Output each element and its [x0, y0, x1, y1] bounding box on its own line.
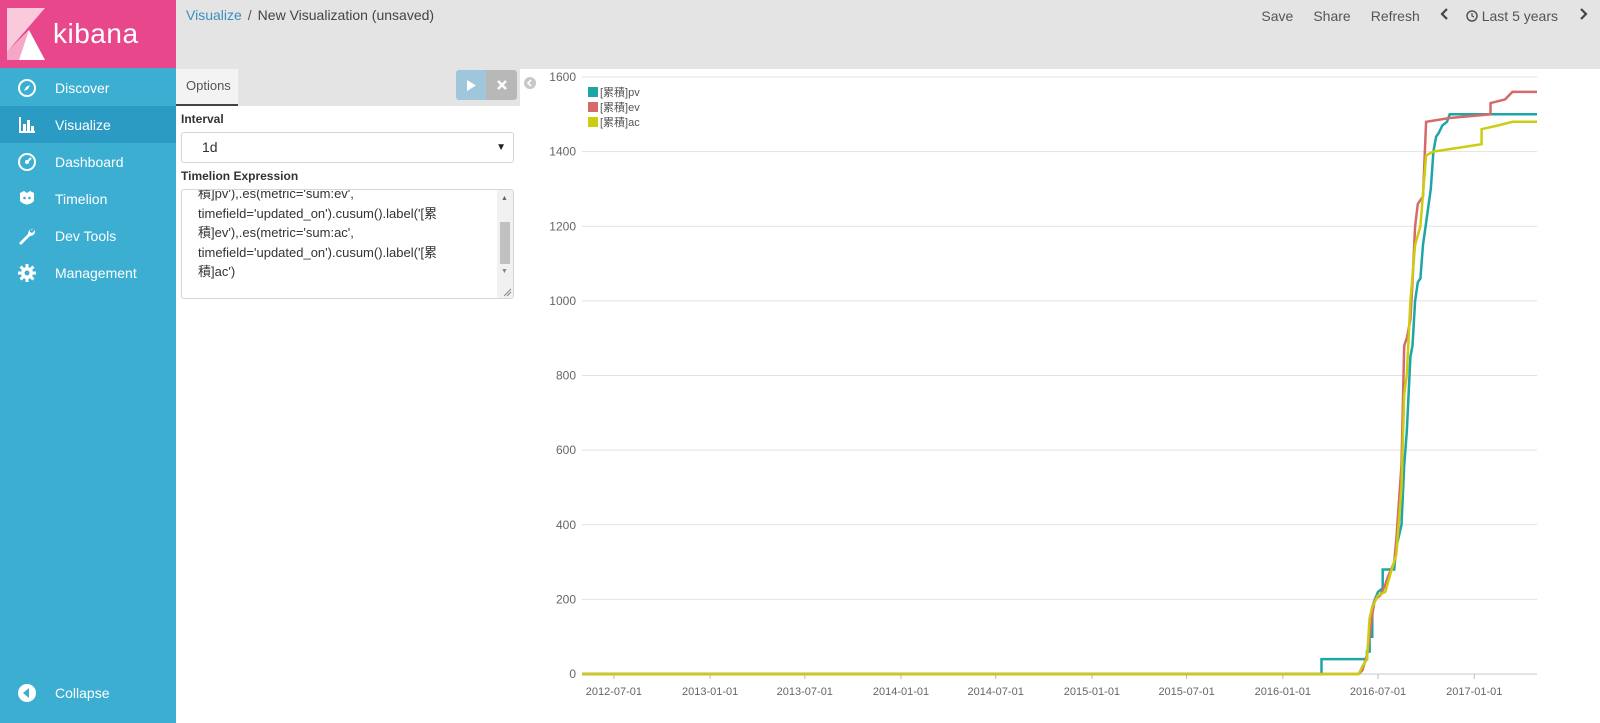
sidebar-item-discover[interactable]: Discover — [0, 69, 176, 106]
compass-icon — [15, 76, 39, 100]
x-tick-label: 2015-01-01 — [1064, 686, 1120, 698]
x-tick-label: 2014-07-01 — [968, 686, 1024, 698]
sidebar-item-label: Management — [55, 264, 137, 281]
legend-item[interactable]: [累積]ev — [588, 99, 640, 114]
breadcrumb-separator: / — [247, 7, 252, 23]
kibana-logo-icon — [7, 8, 45, 60]
gear-icon — [15, 261, 39, 285]
x-tick-label: 2015-07-01 — [1158, 686, 1214, 698]
sidebar-nav: Discover Visualize Dashboard Timelion De… — [0, 69, 176, 291]
timelion-icon — [15, 187, 39, 211]
save-button[interactable]: Save — [1261, 8, 1293, 24]
sidebar-item-label: Timelion — [55, 190, 108, 207]
sidebar-item-visualize[interactable]: Visualize — [0, 106, 176, 143]
bar-chart-icon — [15, 113, 39, 137]
y-tick-label: 400 — [556, 518, 576, 532]
apply-button[interactable] — [456, 70, 486, 100]
chevron-right-icon[interactable] — [1578, 7, 1588, 25]
series-line-0 — [582, 113, 1537, 676]
time-picker-button[interactable]: Last 5 years — [1465, 8, 1558, 24]
series-line-2 — [582, 120, 1537, 676]
scroll-up-icon[interactable]: ▲ — [501, 195, 508, 202]
collapse-panel-icon[interactable] — [523, 76, 537, 90]
play-icon — [467, 79, 476, 91]
breadcrumb-visualize-link[interactable]: Visualize — [186, 7, 242, 23]
discard-button[interactable] — [486, 70, 517, 100]
wrench-icon — [15, 224, 39, 248]
y-tick-label: 1000 — [549, 294, 576, 308]
tab-options[interactable]: Options — [176, 69, 238, 106]
sidebar-item-timelion[interactable]: Timelion — [0, 180, 176, 217]
expression-text: 積]pv'),.es(metric='sum:ev', timefield='u… — [198, 189, 438, 279]
series-line-1 — [582, 90, 1537, 676]
sidebar-item-dev-tools[interactable]: Dev Tools — [0, 217, 176, 254]
legend-swatch — [588, 116, 598, 127]
legend-label: [累積]pv — [600, 86, 640, 99]
breadcrumb: Visualize / New Visualization (unsaved) — [186, 7, 434, 23]
gauge-icon — [15, 150, 39, 174]
clock-icon — [1465, 10, 1478, 22]
x-tick-label: 2013-01-01 — [682, 686, 738, 698]
kibana-logo[interactable]: kibana — [0, 0, 176, 68]
interval-value: 1d — [202, 139, 218, 155]
sidebar-item-label: Discover — [55, 79, 110, 96]
top-actions: Save Share Refresh Last 5 years — [1241, 7, 1588, 25]
chart-legend: [累積]pv [累積]ev [累積]ac — [588, 84, 640, 129]
legend-item[interactable]: [累積]pv — [588, 84, 640, 99]
caret-down-icon: ▼ — [496, 142, 506, 153]
x-tick-label: 2016-07-01 — [1350, 686, 1406, 698]
scroll-thumb[interactable] — [500, 222, 510, 264]
expression-label: Timelion Expression — [181, 169, 299, 183]
legend-label: [累積]ac — [600, 116, 640, 129]
sidebar: kibana Discover Visualize Dashboard Time… — [0, 0, 176, 723]
app-name: kibana — [53, 18, 139, 49]
y-tick-label: 1400 — [549, 145, 576, 159]
top-nav: Visualize / New Visualization (unsaved) Sa… — [176, 0, 1600, 69]
y-tick-label: 1200 — [549, 219, 576, 233]
sidebar-item-label: Dashboard — [55, 153, 124, 170]
legend-swatch — [588, 101, 598, 112]
collapse-icon — [15, 681, 39, 705]
y-tick-label: 200 — [556, 592, 576, 606]
x-tick-label: 2012-07-01 — [586, 686, 642, 698]
x-tick-label: 2013-07-01 — [777, 686, 833, 698]
timelion-expression-input[interactable]: 積]pv'),.es(metric='sum:ev', timefield='u… — [181, 189, 514, 299]
time-range-label: Last 5 years — [1481, 8, 1558, 24]
chevron-left-icon[interactable] — [1440, 7, 1450, 25]
close-icon — [496, 80, 507, 90]
breadcrumb-current: New Visualization (unsaved) — [257, 7, 435, 23]
panel-header: Options — [176, 69, 520, 106]
legend-label: [累積]ev — [600, 101, 640, 114]
options-panel: Options Interval 1d ▼ Timelion Expressio… — [176, 69, 520, 723]
y-tick-label: 0 — [569, 667, 576, 681]
legend-swatch — [588, 86, 598, 97]
y-tick-label: 600 — [556, 443, 576, 457]
x-tick-label: 2016-01-01 — [1255, 686, 1311, 698]
sidebar-item-management[interactable]: Management — [0, 254, 176, 291]
sidebar-item-label: Dev Tools — [55, 227, 117, 244]
collapse-label: Collapse — [55, 685, 110, 701]
legend-item[interactable]: [累積]ac — [588, 114, 640, 129]
resize-handle-icon[interactable] — [502, 287, 512, 297]
collapse-button[interactable]: Collapse — [0, 678, 176, 708]
sidebar-item-label: Visualize — [55, 116, 111, 133]
x-tick-label: 2014-01-01 — [873, 686, 929, 698]
interval-label: Interval — [181, 112, 224, 126]
y-tick-label: 800 — [556, 369, 576, 383]
y-tick-label: 1600 — [549, 70, 576, 84]
timelion-chart: 0 200 400 600 800 1000 1200 1400 1600 2012-07-01 2… — [549, 70, 1537, 698]
share-button[interactable]: Share — [1313, 8, 1350, 24]
interval-select[interactable]: 1d ▼ — [181, 132, 514, 163]
sidebar-item-dashboard[interactable]: Dashboard — [0, 143, 176, 180]
refresh-button[interactable]: Refresh — [1371, 8, 1420, 24]
x-tick-label: 2017-01-01 — [1446, 686, 1502, 698]
textarea-scrollbar[interactable]: ▲ ▼ — [497, 190, 513, 298]
scroll-down-icon[interactable]: ▼ — [501, 268, 508, 275]
